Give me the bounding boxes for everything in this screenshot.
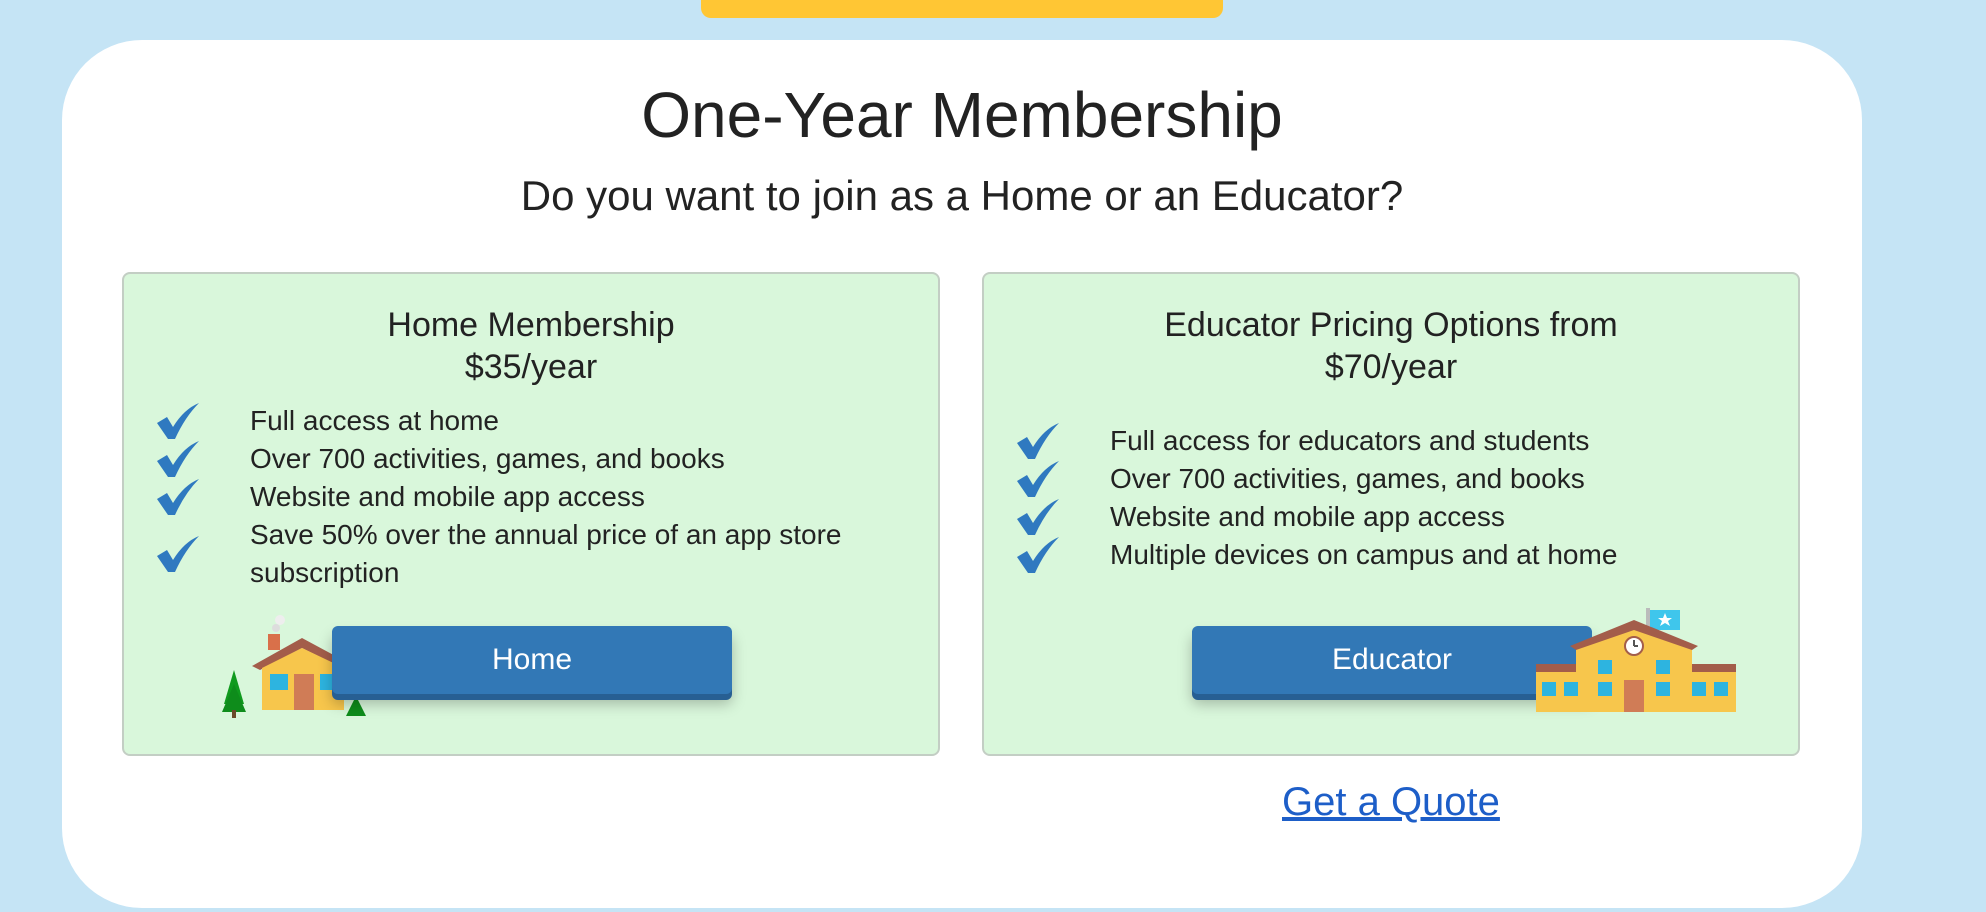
checkmark-icon — [157, 403, 199, 439]
feature-item: Website and mobile app access — [1014, 498, 1758, 536]
home-panel-title: Home Membership $35/year — [124, 304, 938, 388]
feature-item: Multiple devices on campus and at home — [1014, 536, 1758, 574]
feature-item: Over 700 activities, games, and books — [1014, 460, 1758, 498]
get-a-quote-link[interactable]: Get a Quote — [1282, 780, 1500, 825]
home-plan-price: $35/year — [464, 348, 598, 386]
feature-text: Website and mobile app access — [1110, 501, 1505, 532]
home-feature-list: Full access at home Over 700 activities,… — [154, 402, 898, 592]
educator-plan-name: Educator Pricing Options from — [1164, 306, 1618, 344]
feature-text: Over 700 activities, games, and books — [1110, 463, 1585, 494]
educator-feature-list: Full access for educators and students O… — [1014, 422, 1758, 574]
feature-text: Multiple devices on campus and at home — [1110, 539, 1618, 570]
page-title: One-Year Membership — [641, 79, 1283, 151]
checkmark-icon — [157, 441, 199, 477]
checkmark-icon — [1017, 499, 1059, 535]
educator-membership-panel: Educator Pricing Options from $70/year F… — [982, 272, 1800, 756]
educator-panel-title: Educator Pricing Options from $70/year — [984, 304, 1798, 388]
checkmark-icon — [157, 479, 199, 515]
feature-item: Website and mobile app access — [154, 478, 898, 516]
feature-text: Website and mobile app access — [250, 481, 645, 512]
checkmark-icon — [1017, 423, 1059, 459]
home-membership-panel: Home Membership $35/year Full access at … — [122, 272, 940, 756]
feature-item: Full access at home — [154, 402, 898, 440]
educator-plan-price: $70/year — [1324, 348, 1458, 386]
feature-text: Over 700 activities, games, and books — [250, 443, 725, 474]
checkmark-icon — [1017, 461, 1059, 497]
feature-item: Over 700 activities, games, and books — [154, 440, 898, 478]
feature-item: Save 50% over the annual price of an app… — [154, 516, 898, 592]
feature-text: Save 50% over the annual price of an app… — [250, 519, 842, 588]
educator-button[interactable]: Educator — [1192, 626, 1592, 694]
home-button[interactable]: Home — [332, 626, 732, 694]
feature-text: Full access at home — [250, 405, 499, 436]
page-subtitle: Do you want to join as a Home or an Educ… — [520, 172, 1404, 219]
top-accent-bar — [701, 0, 1223, 18]
feature-item: Full access for educators and students — [1014, 422, 1758, 460]
checkmark-icon — [157, 536, 199, 572]
feature-text: Full access for educators and students — [1110, 425, 1590, 456]
school-icon — [1536, 608, 1736, 712]
home-plan-name: Home Membership — [387, 306, 675, 344]
checkmark-icon — [1017, 537, 1059, 573]
membership-card: One-Year Membership Do you want to join … — [62, 40, 1862, 908]
